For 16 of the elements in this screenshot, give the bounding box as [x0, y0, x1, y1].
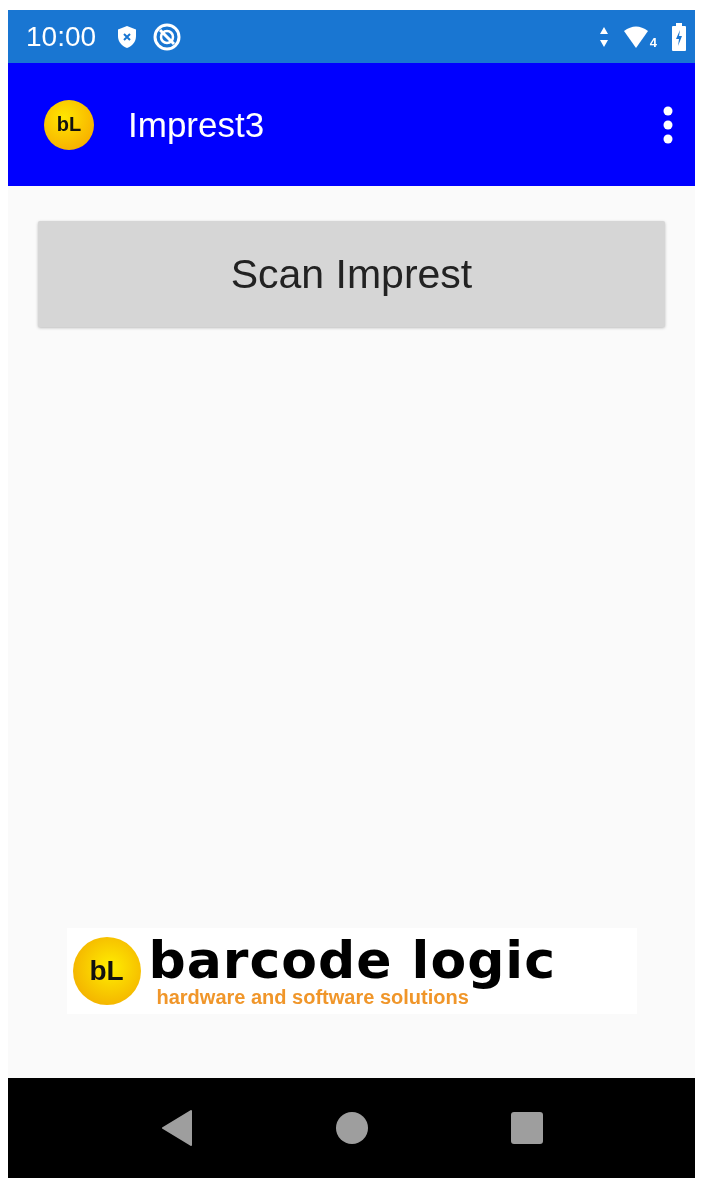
- back-icon[interactable]: [160, 1110, 193, 1146]
- wifi-icon: [622, 24, 649, 49]
- battery-charging-icon: [671, 22, 687, 51]
- more-menu-icon[interactable]: [663, 105, 673, 144]
- clock-time: 10:00: [26, 20, 97, 53]
- app-title: Imprest3: [128, 104, 265, 145]
- sync-off-icon: [152, 21, 183, 52]
- brand-tagline: hardware and software solutions: [156, 986, 469, 1008]
- recents-icon[interactable]: [510, 1112, 543, 1144]
- home-icon[interactable]: [335, 1112, 368, 1144]
- scan-imprest-button[interactable]: Scan Imprest: [38, 221, 665, 327]
- app-logo: bL: [44, 99, 94, 150]
- data-arrows-icon: [598, 25, 609, 48]
- logo-badge: bL: [72, 937, 141, 1005]
- shield-icon: [116, 24, 139, 49]
- network-type-label: 4: [649, 35, 657, 49]
